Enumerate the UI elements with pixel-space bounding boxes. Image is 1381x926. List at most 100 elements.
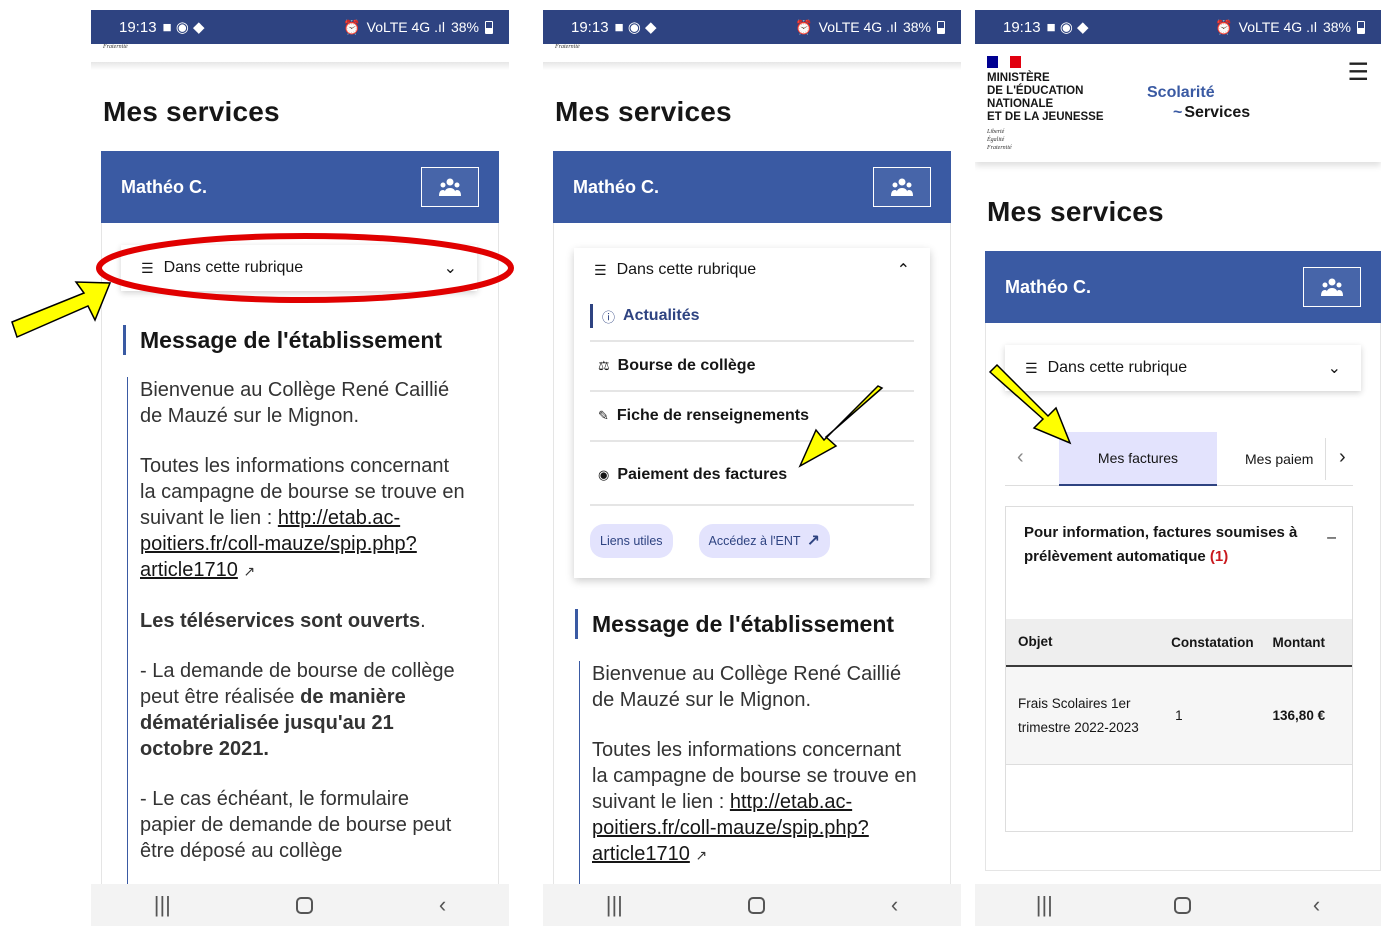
recent-apps-icon[interactable]: ||| — [154, 892, 171, 918]
chevron-down-icon: ⌄ — [1327, 360, 1341, 377]
col-objet: Objet — [1018, 634, 1053, 649]
quick-links: Liens utiles Accédez à l'ENT ↗ — [590, 524, 830, 558]
col-constatation: Constatation — [1171, 634, 1254, 650]
info-title: Pour information, factures soumises à pr… — [1024, 524, 1298, 565]
recent-apps-icon[interactable]: ||| — [606, 892, 623, 918]
rubrique-label: Dans cette rubrique — [1047, 359, 1188, 376]
status-bar: 19:13 ■ ◉ ◆ ⏰ VoLTE 4G .ıl 38% — [975, 10, 1381, 44]
switch-student-button[interactable] — [1303, 267, 1361, 307]
menu-item-label: Bourse de collège — [617, 357, 756, 374]
back-icon[interactable]: ‹ — [1313, 892, 1320, 918]
hamburger-menu-icon[interactable]: ☰ — [1347, 58, 1369, 87]
menu-item-paiement[interactable]: ◉ Paiement des factures — [590, 442, 914, 508]
alarm-icon: ⏰ — [343, 18, 361, 35]
campaign-text: Toutes les informations concernant la ca… — [140, 455, 465, 581]
menu-icon: ☰ — [1025, 359, 1038, 376]
scolarite-logo-text: Scolarité — [1147, 84, 1215, 101]
section-title: Message de l'établissement — [575, 609, 894, 639]
menu-item-label: Actualités — [623, 307, 700, 324]
rubrique-dropdown[interactable]: ☰ Dans cette rubrique ⌄ — [1005, 345, 1361, 391]
menu-icon: ☰ — [141, 259, 154, 276]
back-icon[interactable]: ‹ — [439, 892, 446, 918]
page-title: Mes services — [555, 96, 732, 127]
ent-label: Accédez à l'ENT — [708, 534, 801, 548]
back-icon[interactable]: ‹ — [891, 892, 898, 918]
fraternite-text: Fraternité — [103, 44, 128, 50]
android-nav-bar: ||| ‹ — [91, 884, 509, 926]
phone-screen-2: 19:13 ■ ◉ ◆ ⏰ VoLTE 4G .ıl 38% Fraternité M… — [543, 10, 961, 926]
users-icon — [891, 178, 913, 196]
page-title: Mes services — [103, 96, 280, 127]
rubrique-dropdown-header[interactable]: ☰ Dans cette rubrique ⌃ — [574, 248, 930, 292]
recent-apps-icon[interactable]: ||| — [1036, 892, 1053, 918]
status-bar: 19:13 ■ ◉ ◆ ⏰ VoLTE 4G .ıl 38% — [91, 10, 509, 44]
services-logo-text: Services — [1184, 104, 1251, 121]
signal-text: VoLTE 4G .ıl — [1238, 19, 1317, 35]
user-bar: Mathéo C. — [553, 151, 951, 223]
menu-item-actualites[interactable]: ⓘ Actualités — [590, 292, 914, 342]
cell-objet: Frais Scolaires 1er trimestre 2022-2023 — [1018, 695, 1139, 735]
info-count: (1) — [1209, 548, 1229, 565]
home-icon[interactable] — [748, 896, 766, 914]
fraternite-text: Fraternité — [555, 44, 580, 50]
menu-item-bourse[interactable]: ⚖ Bourse de collège — [590, 342, 914, 392]
battery-icon — [1357, 20, 1365, 34]
users-icon — [1321, 278, 1343, 296]
collapse-icon[interactable]: – — [1327, 529, 1336, 547]
teleservices-text: Les téléservices sont ouverts. — [140, 610, 426, 632]
tab-mes-factures[interactable]: Mes factures — [1059, 432, 1217, 486]
welcome-text: Bienvenue au Collège René Caillié de Mau… — [140, 379, 450, 427]
rubrique-dropdown[interactable]: ☰ Dans cette rubrique ⌄ — [121, 245, 477, 291]
chevron-down-icon: ⌄ — [443, 260, 457, 277]
notification-icons: ■ ◉ ◆ — [162, 19, 205, 36]
cell-constatation: 1 — [1175, 708, 1183, 723]
menu-icon: ☰ — [594, 261, 607, 278]
switch-student-button[interactable] — [873, 167, 931, 207]
welcome-text: Bienvenue au Collège René Caillié de Mau… — [592, 663, 902, 711]
android-nav-bar: ||| ‹ — [975, 884, 1381, 926]
message-body: Bienvenue au Collège René Caillié de Mau… — [579, 661, 919, 891]
clock: 19:13 — [1003, 18, 1041, 36]
hand-coins-icon: ⚖ — [598, 358, 610, 373]
menu-item-fiche[interactable]: ✎ Fiche de renseignements — [590, 392, 914, 442]
demande-text: - La demande de bourse de collège peut ê… — [140, 660, 455, 760]
ent-button[interactable]: Accédez à l'ENT ↗ — [698, 524, 830, 558]
chevron-up-icon: ⌃ — [896, 262, 910, 279]
user-bar: Mathéo C. — [101, 151, 499, 223]
external-link-icon: ↗ — [806, 533, 820, 550]
signal-text: VoLTE 4G .ıl — [818, 19, 897, 35]
home-icon[interactable] — [1174, 896, 1192, 914]
tab-mes-paiements[interactable]: Mes paiem — [1245, 432, 1329, 486]
liens-utiles-button[interactable]: Liens utiles — [590, 524, 673, 558]
rubrique-label: Dans cette rubrique — [616, 261, 757, 278]
table-header: Objet Constatation Montant — [1006, 619, 1352, 667]
coin-icon: ◉ — [598, 467, 610, 482]
battery-icon — [937, 20, 945, 34]
signal-text: VoLTE 4G .ıl — [366, 19, 445, 35]
tab-prev-icon[interactable]: ‹ — [1017, 446, 1024, 469]
services-logo: ~ Services — [1173, 104, 1250, 122]
external-link-icon: ↗ — [243, 563, 256, 579]
battery-text: 38% — [902, 19, 931, 35]
external-link-icon: ↗ — [695, 847, 708, 863]
phone-screen-1: 19:13 ■ ◉ ◆ ⏰ VoLTE 4G .ıl 38% Fraternité M… — [91, 10, 509, 926]
users-icon — [439, 178, 461, 196]
col-montant: Montant — [1272, 634, 1325, 650]
page-title: Mes services — [987, 196, 1164, 227]
user-name: Mathéo C. — [1005, 276, 1092, 297]
invoice-info-box: Pour information, factures soumises à pr… — [1005, 506, 1353, 832]
tab-divider — [1325, 438, 1326, 480]
status-bar: 19:13 ■ ◉ ◆ ⏰ VoLTE 4G .ıl 38% — [543, 10, 961, 44]
header-shadow — [543, 62, 961, 70]
rubrique-label: Dans cette rubrique — [163, 259, 304, 276]
tab-next-icon[interactable]: › — [1339, 446, 1346, 469]
papier-text: - Le cas échéant, le formulaire papier d… — [140, 788, 452, 862]
home-icon[interactable] — [296, 896, 314, 914]
table-row: Frais Scolaires 1er trimestre 2022-2023 … — [1006, 667, 1352, 765]
user-bar: Mathéo C. — [985, 251, 1381, 323]
clock: 19:13 — [119, 18, 157, 36]
edit-icon: ✎ — [598, 408, 609, 423]
alarm-icon: ⏰ — [1215, 18, 1233, 35]
switch-student-button[interactable] — [421, 167, 479, 207]
android-nav-bar: ||| ‹ — [543, 884, 961, 926]
